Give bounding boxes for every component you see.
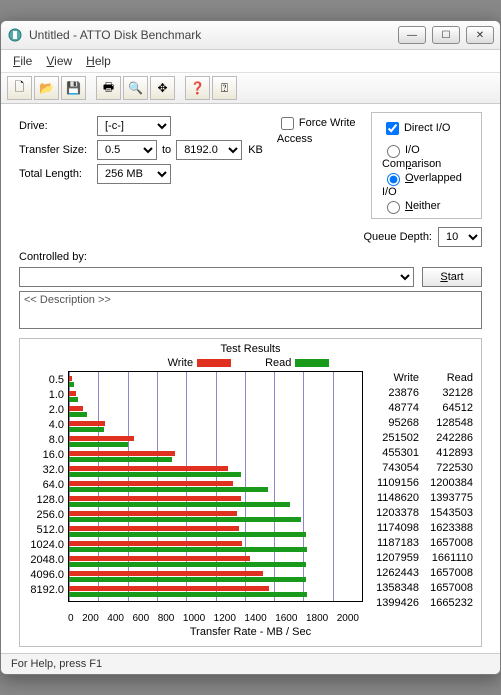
total-length-label: Total Length:	[19, 168, 97, 180]
open-icon[interactable]: 📂	[34, 76, 59, 100]
chart-area	[68, 371, 363, 602]
queue-depth-select[interactable]: 10	[438, 227, 482, 247]
results-title: Test Results	[26, 343, 475, 355]
menu-view[interactable]: View	[46, 54, 72, 68]
transfer-to-select[interactable]: 8192.0	[176, 140, 242, 160]
force-write-checkbox[interactable]: Force Write Access	[277, 117, 356, 145]
queue-depth-label: Queue Depth:	[364, 231, 433, 243]
results-panel: Test Results Write Read 0.51.02.04.08.01…	[19, 338, 482, 647]
main-window: Untitled - ATTO Disk Benchmark — ☐ ✕ Fil…	[0, 20, 501, 675]
transfer-size-label: Transfer Size:	[19, 144, 97, 156]
minimize-button[interactable]: —	[398, 26, 426, 44]
controlled-by-label: Controlled by:	[19, 251, 482, 263]
preview-icon[interactable]: 🔍	[123, 76, 148, 100]
io-comparison-radio[interactable]: I/O Comparison	[382, 144, 441, 170]
controlled-by-select[interactable]	[19, 267, 414, 287]
overlapped-io-radio[interactable]: Overlapped I/O	[382, 172, 462, 198]
toolbar: 🗋 📂 💾 🖶 🔍 ✥ ❓ ⍰	[1, 73, 500, 104]
chart-y-labels: 0.51.02.04.08.016.032.064.0128.0256.0512…	[26, 371, 64, 611]
menu-file[interactable]: File	[13, 54, 32, 68]
close-button[interactable]: ✕	[466, 26, 494, 44]
chart-legend: Write Read	[26, 357, 475, 369]
total-length-select[interactable]: 256 MB	[97, 164, 171, 184]
chart-x-axis: 0200400600800100012001400160018002000	[68, 613, 471, 624]
print-icon[interactable]: 🖶	[96, 76, 121, 100]
new-icon[interactable]: 🗋	[7, 76, 32, 100]
menubar: File View Help	[1, 50, 500, 73]
chart-x-title: Transfer Rate - MB / Sec	[26, 626, 475, 638]
drive-select[interactable]: [-c-]	[97, 116, 171, 136]
to-label: to	[162, 144, 171, 156]
numeric-columns: WriteRead 238763212848774645129526812854…	[367, 371, 475, 611]
description-textarea[interactable]: << Description >>	[19, 291, 482, 329]
window-title: Untitled - ATTO Disk Benchmark	[29, 28, 398, 42]
move-icon[interactable]: ✥	[150, 76, 175, 100]
menu-help[interactable]: Help	[86, 54, 111, 68]
help-icon[interactable]: ❓	[185, 76, 210, 100]
start-button[interactable]: Start	[422, 267, 482, 287]
neither-radio[interactable]: Neither	[382, 200, 440, 212]
maximize-button[interactable]: ☐	[432, 26, 460, 44]
titlebar: Untitled - ATTO Disk Benchmark — ☐ ✕	[1, 21, 500, 50]
kb-label: KB	[248, 144, 263, 156]
save-icon[interactable]: 💾	[61, 76, 86, 100]
transfer-from-select[interactable]: 0.5	[97, 140, 157, 160]
app-icon	[7, 27, 23, 43]
statusbar: For Help, press F1	[1, 653, 500, 674]
whatsthis-icon[interactable]: ⍰	[212, 76, 237, 100]
drive-label: Drive:	[19, 120, 97, 132]
direct-io-checkbox[interactable]: Direct I/O	[382, 122, 450, 134]
